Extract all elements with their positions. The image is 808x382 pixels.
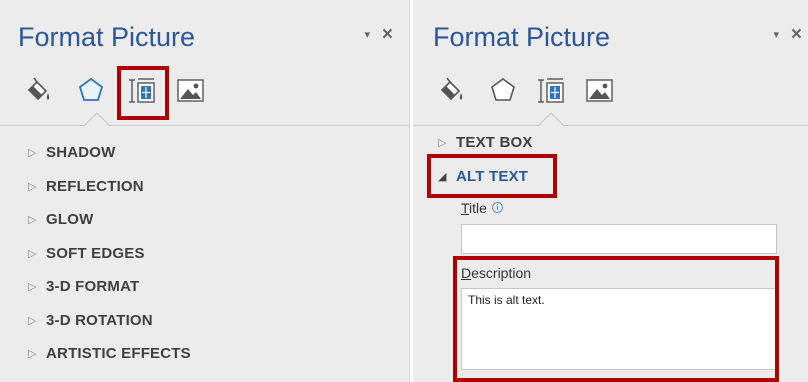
effects-pentagon-icon [491,78,515,101]
pane-controls: ▾ × [364,24,393,46]
format-picture-pane-left: Format Picture ▾ × ▷ SHADOW ▷ REFLECTION… [0,0,410,382]
pane-title: Format Picture [18,22,196,52]
collapsed-triangle-icon: ▷ [28,147,37,160]
selected-tab-pointer [84,112,110,138]
selected-tab-pointer [538,112,564,138]
picture-icon [177,79,204,102]
section-label: ALT TEXT [456,168,529,185]
format-picture-pane-right: Format Picture ▾ × ▷ TEXT BOX ◢ ALT TEXT… [413,0,808,382]
fill-line-icon [440,77,463,101]
description-textarea[interactable]: This is alt text. [461,288,777,370]
section-glow[interactable]: ▷ GLOW [28,203,191,237]
expanded-triangle-icon: ◢ [438,171,447,183]
section-shadow[interactable]: ▷ SHADOW [28,136,191,170]
collapsed-triangle-icon: ▷ [438,137,447,149]
tab-size-properties[interactable] [124,72,160,108]
size-properties-icon [538,78,564,103]
size-properties-icon [129,78,155,103]
task-pane-options-dropdown[interactable]: ▾ [364,28,370,41]
label-text: itle [469,200,487,216]
picture-icon [586,79,613,102]
collapsed-triangle-icon: ▷ [28,214,37,227]
collapsed-triangle-icon: ▷ [28,247,37,260]
section-label: 3-D ROTATION [46,311,153,329]
title-label: Title i [461,200,503,216]
pane-controls: ▾ × [773,24,802,46]
section-soft-edges[interactable]: ▷ SOFT EDGES [28,237,191,271]
tab-picture[interactable] [172,72,208,108]
tab-fill-line[interactable] [433,72,469,108]
section-reflection[interactable]: ▷ REFLECTION [28,170,191,204]
accelerator-key: D [461,265,472,281]
section-label: SHADOW [46,144,116,162]
section-alt-text[interactable]: ◢ ALT TEXT [438,168,528,185]
tab-effects[interactable] [485,72,521,108]
tab-divider [413,125,808,126]
effects-section-list: ▷ SHADOW ▷ REFLECTION ▷ GLOW ▷ SOFT EDGE… [28,136,191,371]
info-icon[interactable]: i [491,202,503,213]
section-label: GLOW [46,211,94,229]
collapsed-triangle-icon: ▷ [28,281,37,294]
title-input[interactable] [461,224,777,254]
tab-effects[interactable] [73,72,109,108]
task-pane-options-dropdown[interactable]: ▾ [773,28,779,41]
pane-title: Format Picture [433,22,611,52]
tab-picture[interactable] [581,72,617,108]
section-text-box[interactable]: ▷ TEXT BOX [438,134,533,151]
tab-divider [0,125,410,126]
tab-size-properties[interactable] [533,72,569,108]
effects-pentagon-icon [78,77,104,101]
section-label: ARTISTIC EFFECTS [46,345,191,363]
tab-fill-line[interactable] [20,72,56,108]
section-label: SOFT EDGES [46,244,145,262]
section-label: 3-D FORMAT [46,278,140,296]
section-3d-rotation[interactable]: ▷ 3-D ROTATION [28,304,191,338]
section-label: TEXT BOX [456,134,533,151]
section-3d-format[interactable]: ▷ 3-D FORMAT [28,270,191,304]
collapsed-triangle-icon: ▷ [28,314,37,327]
close-pane-button[interactable]: × [382,24,393,46]
section-artistic-effects[interactable]: ▷ ARTISTIC EFFECTS [28,337,191,371]
fill-line-icon [27,77,50,101]
description-label: Description [461,265,531,281]
collapsed-triangle-icon: ▷ [28,348,37,361]
close-pane-button[interactable]: × [791,24,802,46]
label-text: escription [471,265,532,281]
section-label: REFLECTION [46,177,144,195]
accelerator-key: T [461,200,470,216]
collapsed-triangle-icon: ▷ [28,180,37,193]
